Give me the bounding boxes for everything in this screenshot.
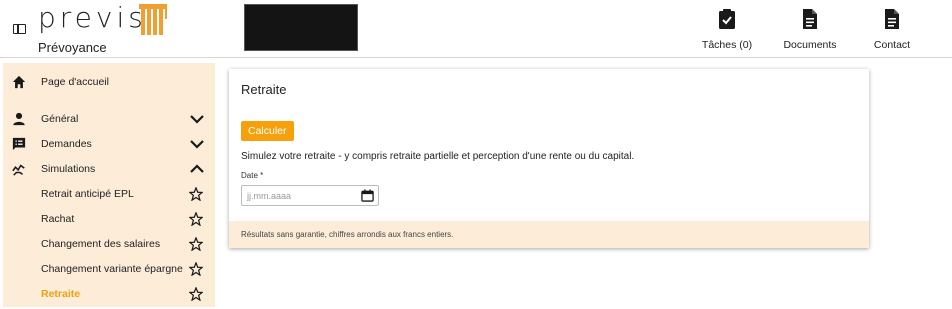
sidebar-item-label: Retraite (41, 288, 81, 300)
tasks-button[interactable]: Tâches (0) (697, 8, 757, 51)
date-field[interactable] (241, 185, 379, 206)
star-icon[interactable] (189, 212, 203, 226)
sidebar-toggle-icon[interactable] (13, 24, 26, 34)
page-title: Retraite (241, 82, 287, 97)
star-icon[interactable] (189, 287, 203, 301)
contact-button[interactable]: Contact (862, 8, 922, 51)
sidebar-item-label: Retrait anticipé EPL (41, 188, 134, 200)
sidebar-item-label: Simulations (41, 163, 96, 175)
retirement-card: Retraite Calculer Simulez votre retraite… (229, 69, 869, 248)
sidebar-item-salary-change[interactable]: Changement des salaires (3, 233, 215, 255)
redacted-block (244, 4, 358, 51)
calculate-button[interactable]: Calculer (241, 121, 294, 141)
date-input[interactable] (247, 189, 352, 203)
star-icon[interactable] (189, 237, 203, 251)
contact-label: Contact (873, 39, 911, 51)
sidebar-item-label: Changement variante épargne (41, 263, 183, 275)
person-icon (11, 111, 27, 127)
sidebar-item-retirement[interactable]: Retraite (3, 283, 215, 305)
sidebar-item-label: Demandes (41, 138, 92, 150)
home-icon (11, 74, 27, 90)
sidebar-item-savings-variant[interactable]: Changement variante épargne (3, 258, 215, 280)
logo-mark-icon (139, 4, 167, 35)
sidebar-item-rachat[interactable]: Rachat (3, 208, 215, 230)
message-list-icon (11, 136, 27, 152)
chevron-down-icon[interactable] (189, 136, 205, 152)
sidebar-item-home[interactable]: Page d'accueil (3, 71, 215, 93)
date-label: Date * (241, 171, 264, 180)
top-header: previs Prévoyance Tâches (0) Documents C… (0, 0, 952, 58)
logo-subtitle: Prévoyance (38, 40, 107, 55)
sidebar-item-requests[interactable]: Demandes (3, 133, 215, 155)
documents-label: Documents (783, 39, 837, 51)
clipboard-check-icon (719, 9, 735, 29)
sidebar-item-simulations[interactable]: Simulations (3, 158, 215, 180)
tasks-label: Tâches (0) (701, 39, 753, 51)
sidebar-item-label: Changement des salaires (41, 238, 161, 250)
chevron-down-icon[interactable] (189, 111, 205, 127)
logo-wordmark: previs (38, 1, 147, 34)
star-icon[interactable] (189, 187, 203, 201)
disclaimer-text: Résultats sans garantie, chiffres arrond… (241, 230, 454, 239)
card-footer: Résultats sans garantie, chiffres arrond… (229, 221, 869, 248)
chevron-up-icon[interactable] (189, 161, 205, 177)
document-icon (885, 9, 899, 29)
sidebar-item-label: Page d'accueil (41, 76, 109, 88)
document-icon (803, 9, 817, 29)
star-icon[interactable] (189, 262, 203, 276)
sidebar-item-label: Rachat (41, 213, 75, 225)
sidebar-item-epl[interactable]: Retrait anticipé EPL (3, 183, 215, 205)
calendar-icon[interactable] (361, 189, 374, 202)
chart-hand-icon (11, 161, 27, 177)
sidebar-item-general[interactable]: Général (3, 108, 215, 130)
documents-button[interactable]: Documents (780, 8, 840, 51)
sidebar: Page d'accueil Général Demandes Simulati… (3, 63, 215, 307)
description-text: Simulez votre retraite - y compris retra… (241, 151, 635, 162)
sidebar-item-label: Général (41, 113, 79, 125)
